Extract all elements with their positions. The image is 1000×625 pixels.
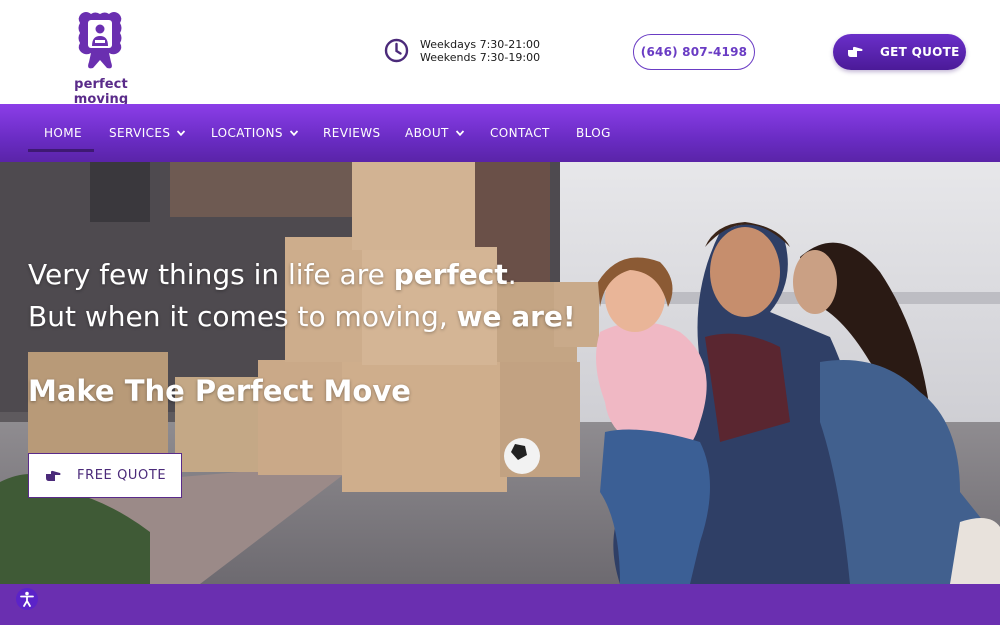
headline-line2-emphasis: we are!: [456, 300, 576, 333]
hours-weekdays: Weekdays 7:30-21:00: [420, 38, 540, 51]
logo[interactable]: perfect moving: [46, 8, 156, 107]
nav-item-reviews[interactable]: REVIEWS: [323, 104, 381, 162]
headline-line1-period: .: [507, 258, 517, 291]
nav-item-label: BLOG: [576, 126, 611, 140]
chevron-down-icon: [177, 130, 186, 136]
main-nav: HOME SERVICES LOCATIONS REVIEWS ABOUT CO…: [0, 104, 1000, 162]
nav-item-home[interactable]: HOME: [44, 104, 82, 162]
nav-item-blog[interactable]: BLOG: [576, 104, 611, 162]
site-header: perfect moving Weekdays 7:30-21:00 Weeke…: [0, 0, 1000, 107]
nav-item-label: LOCATIONS: [211, 126, 283, 140]
hero-section: Very few things in life are perfect. But…: [0, 162, 1000, 584]
pointing-hand-icon: [46, 470, 61, 481]
pointing-hand-icon: [848, 46, 863, 57]
headline-line1-emphasis: perfect: [393, 258, 508, 291]
hours-weekends: Weekends 7:30-19:00: [420, 51, 541, 64]
free-quote-label: FREE QUOTE: [77, 468, 167, 483]
nav-item-label: HOME: [44, 126, 83, 140]
hero-photo: [0, 162, 1000, 584]
get-quote-label: GET QUOTE: [880, 45, 960, 59]
nav-item-about[interactable]: ABOUT: [405, 104, 464, 162]
chevron-down-icon: [455, 130, 464, 136]
accessibility-button[interactable]: [16, 588, 38, 610]
nav-item-label: SERVICES: [109, 126, 171, 140]
get-quote-button[interactable]: GET QUOTE: [833, 34, 966, 70]
logo-icon: [78, 12, 122, 69]
accessibility-icon: [20, 591, 34, 607]
nav-item-services[interactable]: SERVICES: [109, 104, 186, 162]
logo-text: perfect moving: [73, 77, 129, 107]
nav-item-locations[interactable]: LOCATIONS: [211, 104, 298, 162]
nav-item-label: REVIEWS: [323, 126, 381, 140]
nav-item-label: CONTACT: [490, 126, 550, 140]
hero-headline: Very few things in life are perfect. But…: [28, 254, 576, 338]
free-quote-button[interactable]: FREE QUOTE: [28, 453, 182, 498]
chevron-down-icon: [289, 130, 298, 136]
active-nav-indicator: [28, 149, 94, 152]
clock-icon: [384, 38, 409, 63]
nav-item-label: ABOUT: [405, 126, 449, 140]
headline-line1-text: Very few things in life are: [28, 258, 394, 291]
section-band: [0, 584, 1000, 625]
business-hours: Weekdays 7:30-21:00 Weekends 7:30-19:00: [384, 37, 554, 67]
phone-button[interactable]: (646) 807-4198: [633, 34, 755, 70]
headline-line2-text: But when it comes to moving,: [28, 300, 457, 333]
hero-subheading: Make The Perfect Move: [28, 374, 411, 408]
nav-item-contact[interactable]: CONTACT: [490, 104, 550, 162]
